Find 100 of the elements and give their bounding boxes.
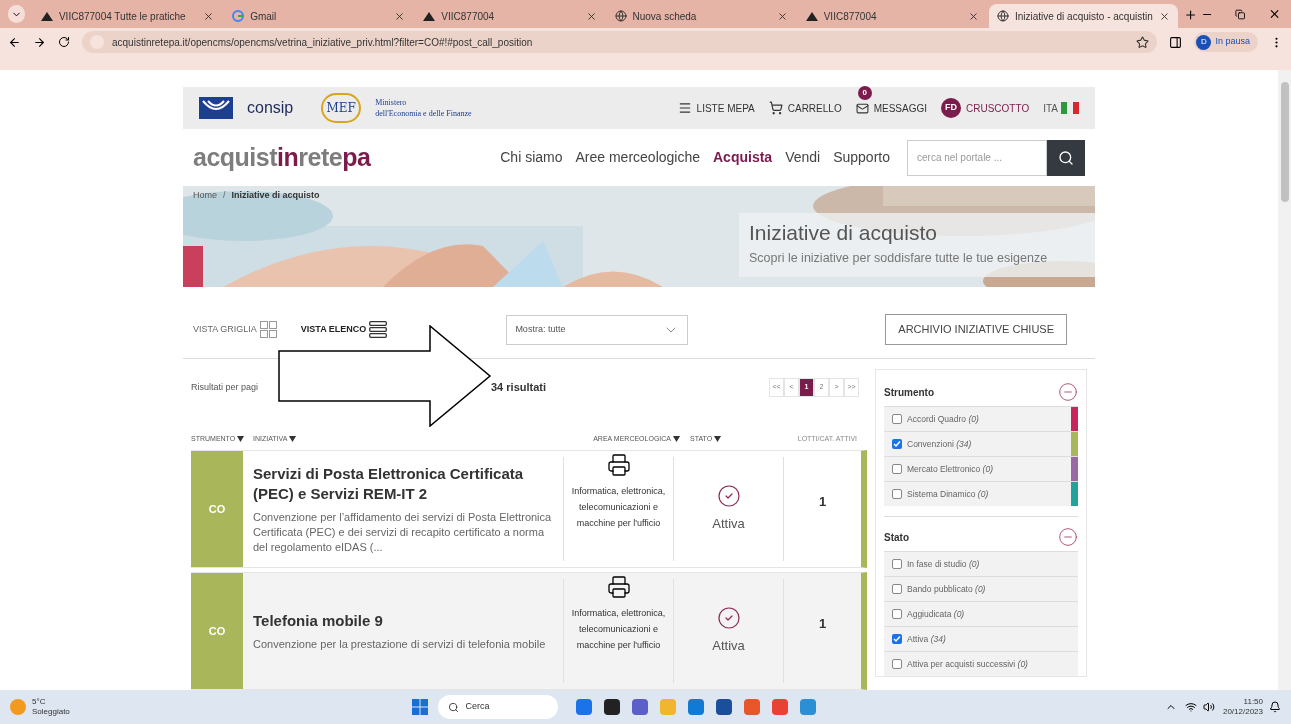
view-toggle[interactable]: VISTA ELENCO	[300, 321, 388, 338]
breadcrumb-link[interactable]: Home	[193, 189, 217, 203]
sort-icon[interactable]	[673, 435, 680, 442]
dashboard-link[interactable]: FD CRUSCOTTO	[941, 98, 1030, 118]
close-icon[interactable]	[203, 10, 215, 22]
bookmark-icon[interactable]	[1136, 35, 1150, 49]
close-icon[interactable]	[967, 10, 979, 22]
new-tab-icon[interactable]	[1184, 8, 1198, 22]
list-icon	[369, 321, 388, 338]
consip-logo-icon	[199, 97, 233, 119]
filter-option[interactable]: In fase di studio (0)	[884, 552, 1078, 576]
checkbox[interactable]	[892, 464, 902, 474]
notification-icon[interactable]	[1269, 701, 1281, 713]
checkbox[interactable]	[892, 414, 902, 424]
breadcrumb-separator: /	[223, 189, 226, 202]
initiative-title[interactable]: Servizi di Posta Elettronica Certificata (PEC) e Servizi REM-IT 2	[253, 463, 555, 504]
sort-icon[interactable]	[289, 435, 297, 442]
collapse-icon[interactable]	[1058, 527, 1078, 547]
site-logo: acquistinretepa	[193, 141, 371, 173]
profile-button[interactable]: D In pausa	[1194, 32, 1258, 52]
archive-button[interactable]: ARCHIVIO INIZIATIVE CHIUSE	[885, 314, 1067, 345]
collapse-icon[interactable]	[1058, 382, 1078, 402]
filter-group-title: Strumento	[884, 385, 934, 400]
clock-time: 11:50	[1243, 697, 1263, 707]
initiative-description: Convenzione per l’affidamento dei servizi di Posta Elettronica Certificata (PEC) e dei servizi di recapito certificato a norma del regolamento eIDAS (...	[253, 509, 553, 555]
search-icon	[1058, 149, 1074, 166]
filter-option[interactable]: Attiva (34)	[884, 627, 1078, 651]
browser-tab[interactable]: VIIC877004	[797, 4, 987, 28]
tab-title: Nuova scheda	[632, 9, 698, 24]
top-link[interactable]: MESSAGGI	[855, 100, 927, 116]
instrument-code: CO	[191, 573, 243, 689]
top-link[interactable]: LISTE MEPA	[677, 100, 755, 116]
filter-group-title: Stato	[884, 530, 909, 545]
status-check-icon	[716, 484, 741, 509]
grid-icon	[259, 321, 277, 338]
banner-subtitle: Scopri le iniziative per soddisfare tutte le tue esigenze	[749, 249, 1049, 267]
browser-tab[interactable]: VIIC877004 Tutte le pratiche	[32, 4, 223, 28]
active-lots-count: 1	[818, 615, 827, 634]
checkbox[interactable]	[892, 659, 902, 669]
instrument-code: CO	[191, 451, 243, 567]
weather-condition: Soleggiato	[32, 707, 70, 717]
banner-title: Iniziative di acquisto	[749, 220, 938, 246]
nav-link[interactable]: Aree merceologiche	[575, 147, 700, 168]
search-field[interactable]: cerca nel portale ...	[907, 139, 1047, 176]
browser-tab[interactable]: Iniziative di acquisto - acquistin	[988, 4, 1179, 28]
browser-tab[interactable]: VIIC877004	[415, 4, 605, 28]
initiative-title[interactable]: Telefonia mobile 9	[253, 610, 555, 631]
printer-icon	[606, 453, 631, 477]
scrollbar[interactable]	[1278, 70, 1291, 690]
reload-icon[interactable]	[58, 36, 70, 48]
address-bar[interactable]: acquistinretepa.it/opencms/opencms/vetrina_iniziative_priv.html?filter=CO#!#post_call_position	[82, 31, 1158, 53]
close-icon[interactable]	[585, 10, 597, 22]
top-link[interactable]: CARRELLO	[768, 100, 842, 116]
nav-link[interactable]: Chi siamo	[500, 147, 563, 168]
taskbar-app-icon[interactable]	[716, 699, 733, 715]
browser-tab[interactable]: Gmail	[224, 4, 414, 28]
result-row[interactable]	[191, 450, 867, 568]
mail-icon	[855, 101, 869, 115]
wifi-icon[interactable]	[1184, 701, 1197, 713]
checkbox[interactable]	[892, 489, 902, 499]
volume-icon[interactable]	[1202, 701, 1215, 713]
per-page-label: Risultati per pagi	[191, 380, 260, 394]
tab-title: Iniziative di acquisto - acquistin	[1014, 9, 1154, 24]
result-row[interactable]: CO Telefonia mobile 9 Convenzione per la prestazione di servizi di telefonia mobile Informatica, elettronica, telecomunicazioni e macchine per l'ufficio Attiva 1	[191, 572, 867, 690]
language-selector[interactable]: ITA	[1043, 100, 1079, 116]
filter-option[interactable]: Attiva per acquisti successivi (0)	[884, 652, 1078, 676]
filter-option[interactable]: Aggiudicata (0)	[884, 602, 1078, 626]
nav-link[interactable]: Vendi	[785, 147, 821, 168]
sort-icon[interactable]	[237, 435, 245, 442]
restore-icon[interactable]	[1235, 9, 1246, 20]
filter-option[interactable]: Bando pubblicato (0)	[884, 577, 1078, 601]
back-icon[interactable]	[8, 35, 21, 49]
nav-link[interactable]: Supporto	[833, 147, 890, 168]
close-icon[interactable]	[776, 10, 788, 22]
view-toggle[interactable]: VISTA GRIGLIA	[193, 321, 277, 338]
nav-link[interactable]: Acquista	[713, 147, 773, 168]
status-label: Attiva	[712, 515, 745, 534]
mef-logo: MEF	[321, 93, 362, 123]
status-label: Attiva	[712, 637, 745, 656]
search-button[interactable]	[1047, 139, 1085, 176]
taskbar-search[interactable]: Cerca	[438, 695, 559, 719]
initiative-description: Convenzione per la prestazione di servizi di telefonia mobile	[253, 636, 547, 652]
globe-icon	[614, 10, 627, 22]
side-panel-icon[interactable]	[1169, 35, 1183, 49]
tab-title: VIIC877004	[823, 9, 878, 24]
printer-icon	[606, 575, 631, 599]
category-name: Informatica, elettronica, telecomunicazioni e macchine per l'ufficio	[570, 607, 667, 652]
mountain-icon	[40, 11, 53, 21]
checkbox[interactable]	[892, 584, 902, 594]
sort-icon[interactable]	[714, 435, 722, 442]
status-check-icon	[716, 606, 741, 631]
close-icon[interactable]	[1159, 10, 1171, 22]
filter-select[interactable]: Mostra: tutte	[506, 314, 689, 345]
taskbar-app-icon[interactable]	[604, 699, 621, 715]
close-icon[interactable]	[394, 10, 406, 22]
start-icon[interactable]	[412, 699, 429, 715]
forward-icon[interactable]	[33, 35, 46, 49]
checkbox[interactable]	[892, 609, 902, 619]
browser-tab[interactable]: Nuova scheda	[606, 4, 796, 28]
checkbox[interactable]	[892, 559, 902, 569]
